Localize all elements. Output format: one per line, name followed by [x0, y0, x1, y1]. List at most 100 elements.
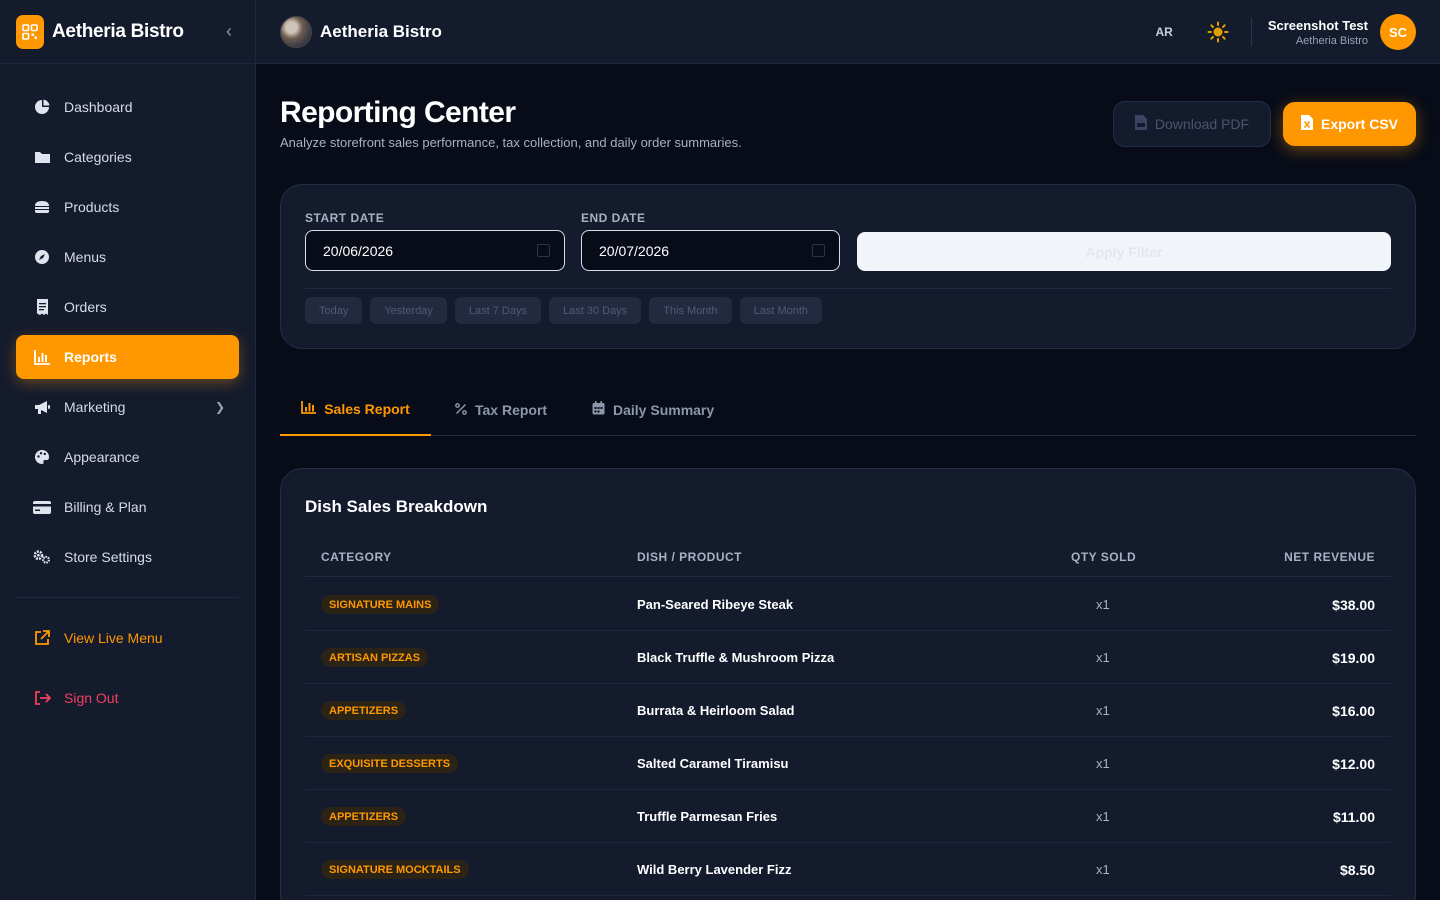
sidebar: Aetheria Bistro ‹ Dashboard Categories P… — [0, 0, 256, 900]
sidebar-item-appearance[interactable]: Appearance — [16, 435, 239, 479]
sign-out-label: Sign Out — [64, 690, 119, 706]
net-revenue: $38.00 — [1332, 597, 1375, 613]
sidebar-item-reports[interactable]: Reports — [16, 335, 239, 379]
sidebar-item-label: Dashboard — [64, 99, 133, 115]
table-row: ARTISAN PIZZAS Black Truffle & Mushroom … — [305, 631, 1391, 684]
quick-today-button[interactable]: Today — [305, 297, 363, 324]
view-live-menu-label: View Live Menu — [64, 630, 163, 646]
qty-sold: x1 — [1096, 703, 1110, 718]
pie-chart-icon — [33, 98, 51, 116]
dish-name: Black Truffle & Mushroom Pizza — [637, 650, 835, 665]
net-revenue: $8.50 — [1339, 862, 1375, 878]
end-date-input[interactable]: 20/07/2026 — [581, 230, 840, 271]
sidebar-item-billing[interactable]: Billing & Plan — [16, 485, 239, 529]
page-subtitle: Analyze storefront sales performance, ta… — [280, 135, 742, 150]
sidebar-item-marketing[interactable]: Marketing ❯ — [16, 385, 239, 429]
language-switch[interactable]: AR — [1155, 25, 1172, 39]
table-row: APPETIZERS Truffle Parmesan Fries x1 $11… — [305, 790, 1391, 843]
sidebar-item-orders[interactable]: Orders — [16, 285, 239, 329]
dish-name: Pan-Seared Ribeye Steak — [637, 597, 794, 612]
sidebar-item-label: Reports — [64, 349, 117, 365]
dish-name: Burrata & Heirloom Salad — [637, 703, 795, 718]
category-badge: SIGNATURE MOCKTAILS — [321, 860, 469, 879]
table-row: EXQUISITE DESSERTS Salted Caramel Tirami… — [305, 737, 1391, 790]
gears-icon — [33, 548, 51, 566]
sidebar-item-dashboard[interactable]: Dashboard — [16, 85, 239, 129]
folder-icon — [33, 148, 51, 166]
compass-icon — [33, 248, 51, 266]
dish-name: Wild Berry Lavender Fizz — [637, 862, 792, 877]
quick-this-month-button[interactable]: This Month — [649, 297, 732, 324]
user-avatar[interactable]: SC — [1380, 14, 1416, 50]
calendar-icon[interactable] — [812, 244, 825, 257]
sign-out-link[interactable]: Sign Out — [16, 680, 239, 716]
burger-icon — [33, 198, 51, 216]
report-tabs: Sales Report Tax Report Daily Summary — [280, 383, 1416, 436]
end-date-label: END DATE — [581, 211, 646, 225]
table-row: SIGNATURE MAINS Pan-Seared Ribeye Steak … — [305, 578, 1391, 631]
category-badge: APPETIZERS — [321, 701, 407, 720]
palette-icon — [33, 448, 51, 466]
tab-tax-report[interactable]: Tax Report — [455, 383, 547, 436]
quick-last-month-button[interactable]: Last Month — [739, 297, 823, 324]
apply-filter-button[interactable]: Apply Filter — [857, 232, 1391, 271]
column-header: NET REVENUE — [1284, 550, 1375, 564]
download-pdf-label: Download PDF — [1154, 116, 1250, 132]
qr-code-icon — [16, 14, 44, 49]
table-row: SIGNATURE MOCKTAILS Wild Berry Lavender … — [305, 843, 1391, 896]
export-csv-button[interactable]: Export CSV — [1283, 102, 1416, 146]
filter-card: START DATE 20/06/2026 END DATE 20/07/202… — [280, 184, 1416, 349]
end-date-value: 20/07/2026 — [599, 242, 670, 259]
qty-sold: x1 — [1096, 809, 1110, 824]
sidebar-item-products[interactable]: Products — [16, 185, 239, 229]
tab-daily-summary[interactable]: Daily Summary — [592, 383, 714, 436]
category-badge: EXQUISITE DESSERTS — [321, 754, 459, 773]
table-row: APPETIZERS Burrata & Heirloom Salad x1 $… — [305, 684, 1391, 737]
category-badge: SIGNATURE MAINS — [321, 595, 440, 614]
chevron-right-icon: ❯ — [214, 400, 225, 414]
percent-icon — [455, 402, 467, 418]
topbar: Aetheria Bistro AR Screenshot Test Aethe… — [256, 0, 1440, 64]
quick-last30-button[interactable]: Last 30 Days — [548, 297, 642, 324]
sidebar-item-label: Marketing — [64, 399, 126, 415]
sign-out-icon — [33, 689, 51, 707]
tab-label: Sales Report — [324, 400, 410, 417]
sidebar-item-menus[interactable]: Menus — [16, 235, 239, 279]
view-live-menu-link[interactable]: View Live Menu — [16, 620, 239, 656]
quick-last7-button[interactable]: Last 7 Days — [454, 297, 541, 324]
chevron-left-icon[interactable]: ‹ — [219, 21, 239, 42]
download-pdf-button[interactable]: Download PDF — [1113, 101, 1271, 147]
sidebar-item-label: Billing & Plan — [64, 499, 147, 515]
topbar-divider — [1250, 18, 1252, 46]
sidebar-item-label: Orders — [64, 299, 107, 315]
sidebar-item-categories[interactable]: Categories — [16, 135, 239, 179]
qty-sold: x1 — [1096, 650, 1110, 665]
tab-label: Daily Summary — [613, 401, 715, 418]
column-header: DISH / PRODUCT — [637, 550, 743, 564]
dish-sales-card: Dish Sales Breakdown CATEGORY DISH / PRO… — [280, 468, 1416, 900]
bar-chart-icon — [301, 400, 317, 417]
topbar-title: Aetheria Bistro — [320, 21, 442, 41]
column-header: CATEGORY — [321, 550, 392, 564]
filter-divider — [305, 288, 1391, 289]
pdf-file-icon — [1134, 115, 1147, 133]
sidebar-item-store-settings[interactable]: Store Settings — [16, 535, 239, 579]
net-revenue: $11.00 — [1332, 809, 1375, 825]
sidebar-divider — [16, 597, 239, 598]
start-date-input[interactable]: 20/06/2026 — [305, 230, 565, 271]
sun-icon[interactable] — [1207, 21, 1229, 43]
tab-sales-report[interactable]: Sales Report — [280, 383, 431, 436]
table-title: Dish Sales Breakdown — [305, 497, 488, 516]
column-header: QTY SOLD — [1071, 550, 1137, 564]
sidebar-item-label: Products — [64, 199, 120, 215]
quick-yesterday-button[interactable]: Yesterday — [370, 297, 447, 324]
export-csv-label: Export CSV — [1320, 116, 1398, 132]
sidebar-item-label: Categories — [64, 149, 132, 165]
calendar-icon[interactable] — [537, 244, 550, 257]
credit-card-icon — [33, 498, 51, 516]
calendar-icon — [592, 401, 605, 418]
restaurant-avatar — [280, 15, 312, 48]
sidebar-item-label: Store Settings — [64, 549, 152, 565]
qty-sold: x1 — [1096, 597, 1110, 612]
category-badge: ARTISAN PIZZAS — [321, 648, 429, 667]
